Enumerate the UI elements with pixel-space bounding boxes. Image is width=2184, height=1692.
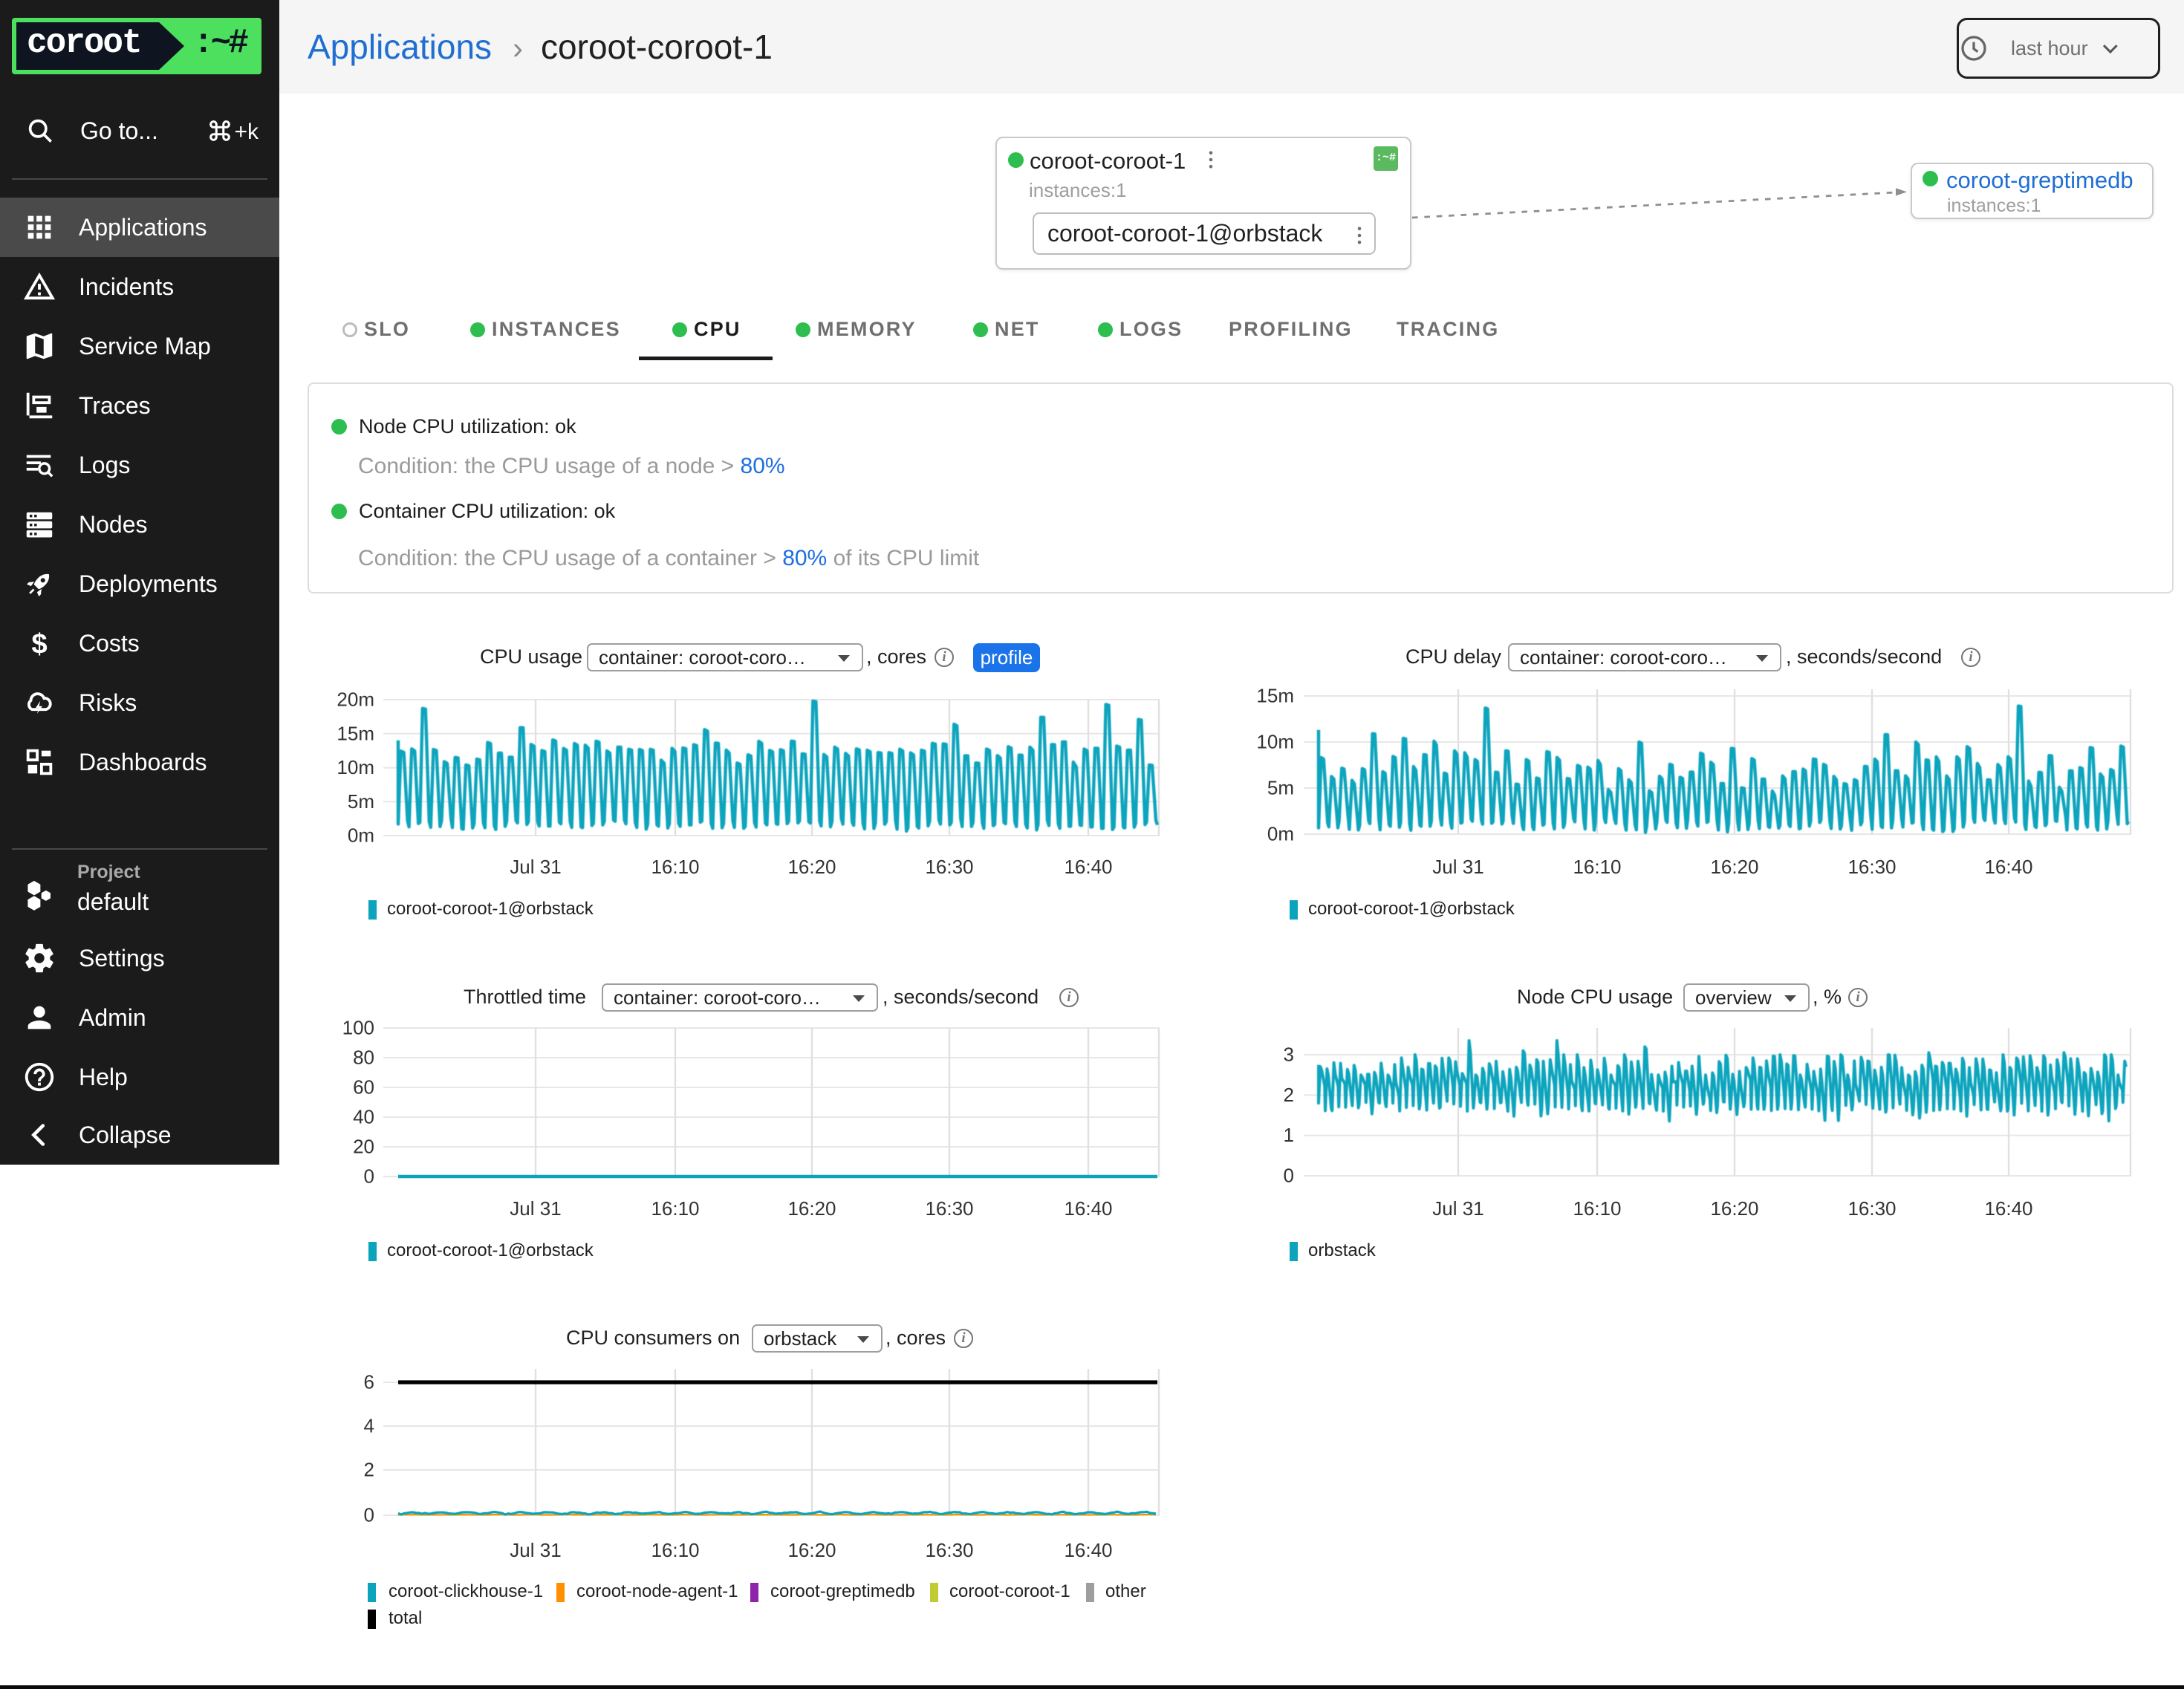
- svg-text:16:20: 16:20: [787, 856, 836, 878]
- svg-text:6: 6: [364, 1371, 374, 1393]
- svg-text:5m: 5m: [1267, 777, 1294, 799]
- svg-text:16:40: 16:40: [1064, 856, 1112, 878]
- svg-text:Jul 31: Jul 31: [510, 1197, 561, 1220]
- svg-text:4: 4: [364, 1415, 374, 1437]
- svg-text:20m: 20m: [337, 689, 374, 711]
- svg-text:16:10: 16:10: [651, 856, 699, 878]
- svg-text:80: 80: [353, 1047, 374, 1069]
- svg-text:16:30: 16:30: [1847, 856, 1896, 878]
- svg-text:10m: 10m: [337, 756, 374, 778]
- svg-text:15m: 15m: [1256, 685, 1294, 707]
- svg-text:16:10: 16:10: [1573, 856, 1621, 878]
- svg-text:100: 100: [342, 1017, 374, 1039]
- svg-text:16:40: 16:40: [1984, 856, 2032, 878]
- svg-text:0m: 0m: [348, 824, 374, 847]
- svg-text:16:40: 16:40: [1984, 1197, 2032, 1220]
- svg-text:Jul 31: Jul 31: [510, 1539, 561, 1561]
- svg-text:16:10: 16:10: [651, 1539, 699, 1561]
- svg-text:16:10: 16:10: [1573, 1197, 1621, 1220]
- svg-text:2: 2: [364, 1459, 374, 1481]
- svg-text:0: 0: [364, 1504, 374, 1526]
- svg-text:3: 3: [1284, 1044, 1294, 1066]
- svg-text:60: 60: [353, 1076, 374, 1099]
- svg-text:15m: 15m: [337, 722, 374, 744]
- svg-text:16:20: 16:20: [1710, 856, 1758, 878]
- svg-text:16:20: 16:20: [787, 1539, 836, 1561]
- svg-text:5m: 5m: [348, 790, 374, 813]
- svg-text:16:20: 16:20: [1710, 1197, 1758, 1220]
- svg-text:16:20: 16:20: [787, 1197, 836, 1220]
- svg-text:1: 1: [1284, 1124, 1294, 1146]
- svg-text:Jul 31: Jul 31: [1432, 856, 1483, 878]
- svg-text:16:10: 16:10: [651, 1197, 699, 1220]
- svg-text:20: 20: [353, 1136, 374, 1158]
- svg-text:$: $: [31, 628, 47, 660]
- svg-text:16:30: 16:30: [925, 1197, 973, 1220]
- svg-text:0: 0: [364, 1165, 374, 1188]
- svg-text:0m: 0m: [1267, 823, 1294, 845]
- svg-text:0: 0: [1284, 1165, 1294, 1187]
- svg-text:2: 2: [1284, 1084, 1294, 1106]
- svg-text:Jul 31: Jul 31: [1432, 1197, 1483, 1220]
- svg-text:16:30: 16:30: [925, 1539, 973, 1561]
- svg-text:Jul 31: Jul 31: [510, 856, 561, 878]
- svg-text:16:30: 16:30: [1847, 1197, 1896, 1220]
- svg-text:16:30: 16:30: [925, 856, 973, 878]
- svg-text:10m: 10m: [1256, 731, 1294, 753]
- svg-text:40: 40: [353, 1106, 374, 1128]
- svg-text:16:40: 16:40: [1064, 1539, 1112, 1561]
- svg-text:16:40: 16:40: [1064, 1197, 1112, 1220]
